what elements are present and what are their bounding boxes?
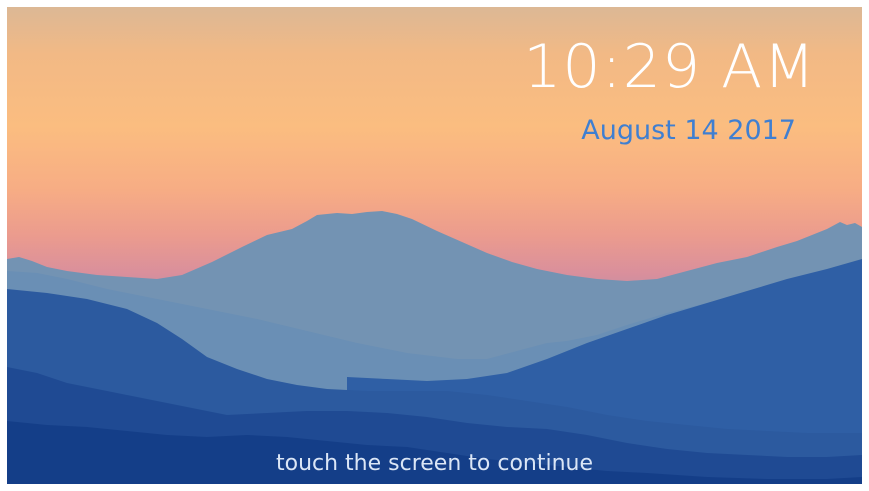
- unlock-prompt[interactable]: touch the screen to continue: [7, 453, 862, 475]
- lock-screen[interactable]: 10:29 AM August 14 2017 touch the screen…: [7, 7, 862, 484]
- clock-time: 10:29 AM: [523, 32, 816, 102]
- clock-date: August 14 2017: [581, 115, 796, 146]
